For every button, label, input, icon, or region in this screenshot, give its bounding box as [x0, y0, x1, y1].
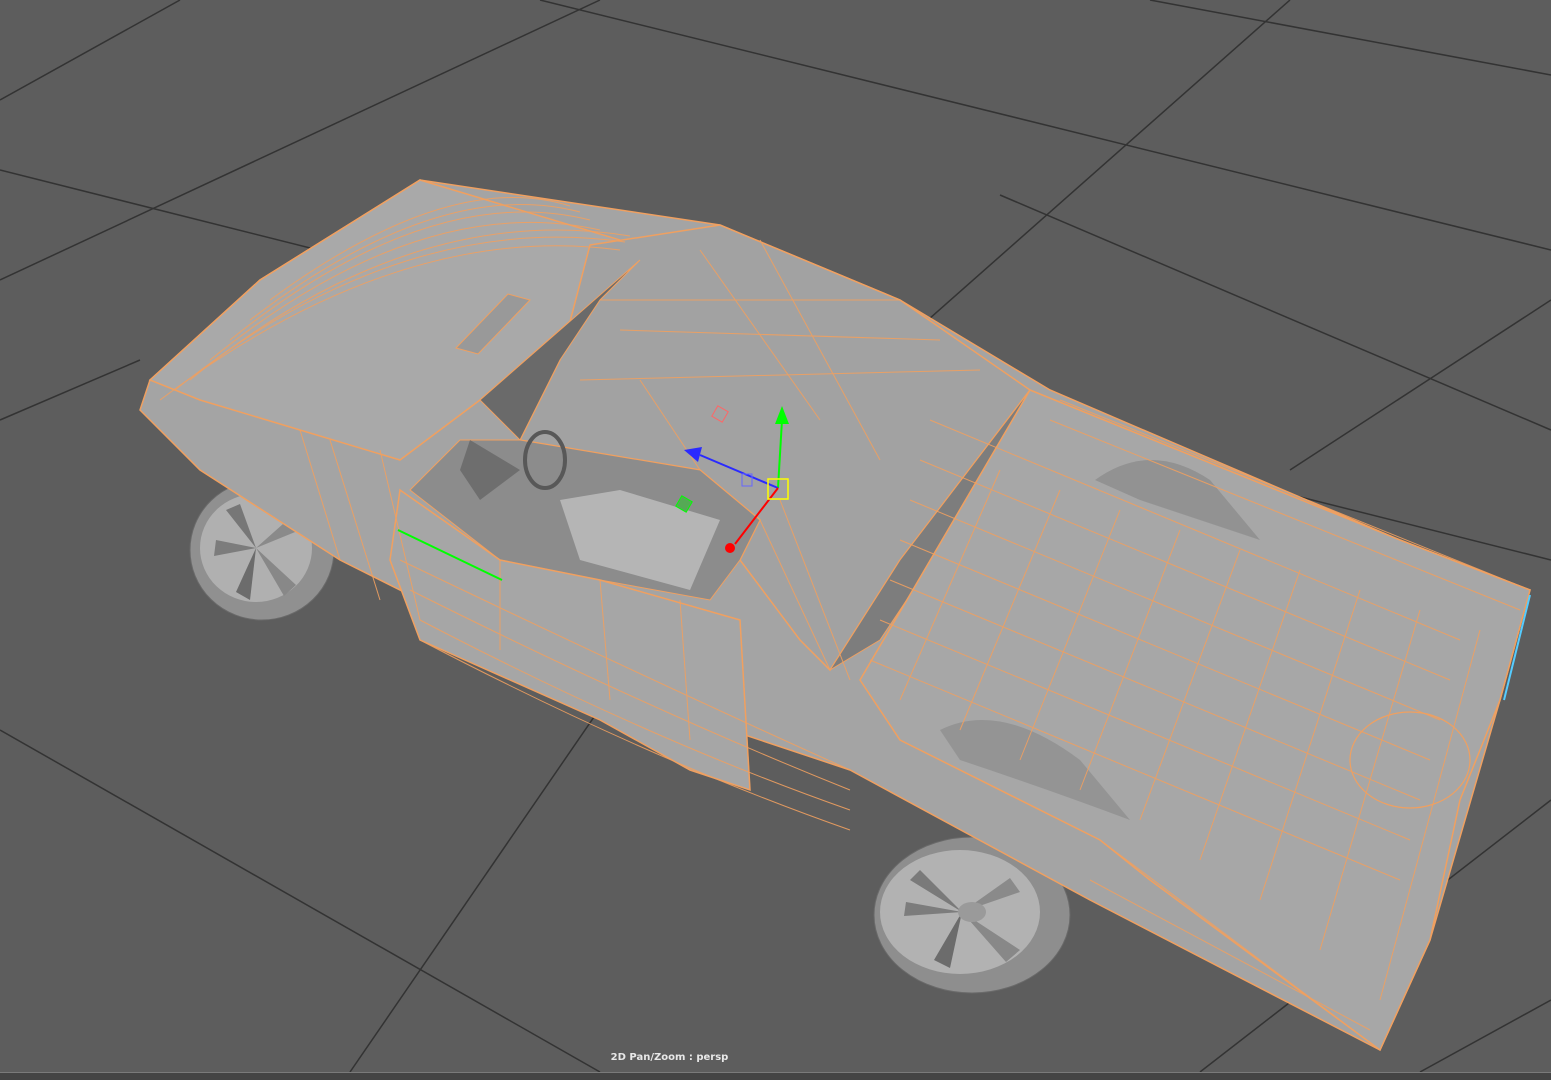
viewport-status-label: 2D Pan/Zoom : persp	[610, 1052, 729, 1063]
viewport-bottom-bar	[0, 1072, 1551, 1080]
3d-viewport[interactable]: 2D Pan/Zoom : persp	[0, 0, 1551, 1072]
car-mesh[interactable]	[139, 179, 1531, 1052]
viewport-canvas[interactable]	[0, 0, 1551, 1072]
